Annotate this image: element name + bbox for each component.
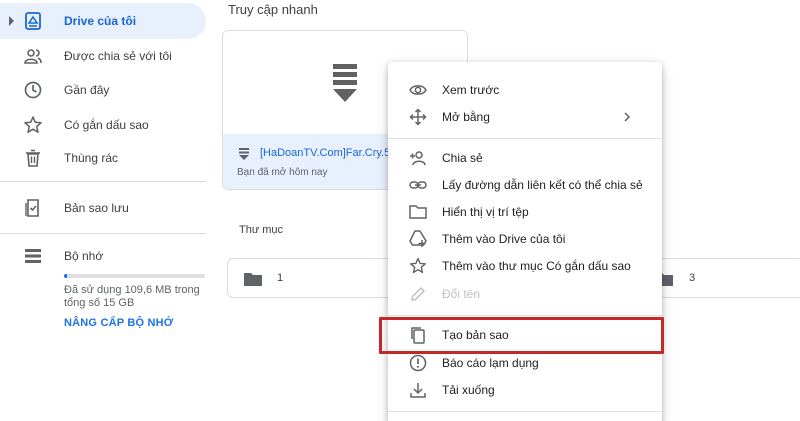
star-icon	[24, 116, 42, 133]
menu-item-show-file-location[interactable]: Hiển thị vị trí tệp	[388, 199, 662, 225]
menu-item-label: Xem trước	[442, 83, 500, 97]
sidebar-item-label: Thùng rác	[64, 151, 119, 165]
folder-item[interactable]: 3	[640, 258, 800, 298]
menu-item-add-to-my-drive[interactable]: Thêm vào Drive của tôi	[388, 226, 662, 252]
folder-name: 1	[277, 272, 284, 284]
highlight-annotation-box	[379, 317, 664, 354]
report-icon	[409, 354, 427, 372]
menu-item-open-with[interactable]: Mở bằng	[388, 104, 662, 130]
menu-item-label: Đổi tên	[442, 287, 481, 301]
menu-divider	[388, 315, 662, 316]
menu-item-share[interactable]: Chia sẻ	[388, 145, 662, 171]
menu-item-label: Mở bằng	[442, 110, 490, 124]
sidebar-item-label: Được chia sẻ với tôi	[64, 49, 172, 63]
clock-icon	[24, 81, 42, 99]
add-to-drive-icon	[409, 230, 427, 247]
folder-icon	[244, 273, 262, 286]
sidebar-item-label: Gần đây	[64, 83, 110, 97]
link-icon	[409, 181, 427, 189]
sidebar-item-backup[interactable]: Bản sao lưu	[0, 190, 206, 226]
folders-section-title: Thư mục	[239, 224, 284, 236]
sidebar-item-label: Bộ nhớ	[64, 249, 104, 263]
upgrade-storage-link[interactable]: NÂNG CẤP BỘ NHỚ	[64, 317, 173, 329]
sidebar-item-label: Drive của tôi	[64, 14, 137, 28]
menu-item-label: Tải xuống	[442, 383, 495, 397]
add-person-icon	[410, 151, 426, 166]
backup-icon	[25, 199, 39, 217]
menu-item-label: Chia sẻ	[442, 151, 483, 165]
storage-usage-bar	[64, 274, 205, 278]
star-icon	[410, 257, 426, 274]
file-thumbnail-icon	[333, 64, 357, 102]
storage-usage-fill	[64, 274, 67, 278]
menu-divider	[388, 138, 662, 139]
sidebar-item-shared[interactable]: Được chia sẻ với tôi	[0, 38, 206, 74]
open-with-icon	[409, 108, 427, 126]
sidebar-item-starred[interactable]: Có gắn dấu sao	[0, 107, 206, 143]
menu-item-get-link[interactable]: Lấy đường dẫn liên kết có thể chia sẻ	[388, 172, 662, 198]
menu-item-rename[interactable]: Đổi tên	[388, 281, 662, 307]
sidebar: Drive của tôi Được chia sẻ với tôi Gần đ…	[0, 0, 208, 421]
eye-icon	[409, 85, 427, 95]
menu-item-preview[interactable]: Xem trước	[388, 77, 662, 103]
trash-icon	[26, 149, 40, 167]
download-icon	[410, 383, 426, 398]
chevron-right-icon	[624, 112, 631, 122]
storage-usage-text: Đã sử dụng 109,6 MB trong tổng số 15 GB	[64, 284, 200, 309]
sidebar-item-storage[interactable]: Bộ nhớ	[0, 238, 206, 274]
menu-item-label: Thêm vào thư mục Có gắn dấu sao	[442, 259, 631, 273]
sidebar-item-trash[interactable]: Thùng rác	[0, 140, 206, 176]
sidebar-divider	[0, 233, 206, 234]
pencil-icon	[411, 286, 426, 301]
menu-item-label: Hiển thị vị trí tệp	[442, 205, 529, 219]
quick-card-subtitle: Bạn đã mở hôm nay	[237, 167, 328, 178]
menu-item-add-to-starred[interactable]: Thêm vào thư mục Có gắn dấu sao	[388, 253, 662, 279]
sidebar-divider	[0, 181, 206, 182]
folder-name: 3	[689, 272, 696, 284]
storage-icon	[25, 249, 41, 263]
menu-item-label: Lấy đường dẫn liên kết có thể chia sẻ	[442, 178, 643, 192]
context-menu: Xem trước Mở bằng Chia sẻ Lấy đường dẫn …	[388, 62, 662, 421]
sidebar-item-label: Có gắn dấu sao	[64, 118, 149, 132]
menu-divider	[388, 411, 662, 412]
folder-icon	[409, 205, 427, 219]
file-type-icon	[239, 148, 249, 160]
folder-item[interactable]: 1	[227, 258, 397, 298]
menu-item-label: Thêm vào Drive của tôi	[442, 232, 566, 246]
menu-item-label: Báo cáo lạm dụng	[442, 356, 539, 370]
sidebar-item-recent[interactable]: Gần đây	[0, 72, 206, 108]
quick-access-title: Truy cập nhanh	[228, 2, 318, 17]
my-drive-icon	[25, 12, 41, 30]
sidebar-item-my-drive[interactable]: Drive của tôi	[0, 3, 206, 39]
expand-caret-icon[interactable]	[9, 16, 14, 26]
sidebar-item-label: Bản sao lưu	[64, 201, 129, 215]
shared-people-icon	[24, 49, 42, 64]
menu-item-download[interactable]: Tải xuống	[388, 377, 662, 403]
quick-card-file-name: [HaDoanTV.Com]Far.Cry.5	[260, 147, 391, 159]
